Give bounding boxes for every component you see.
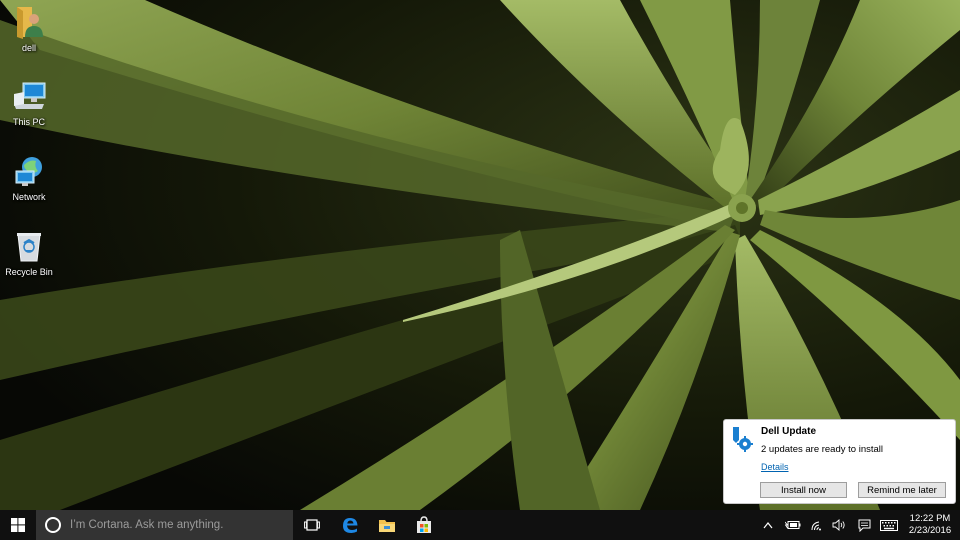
action-center-icon — [858, 519, 870, 532]
desktop-icon-label: Network — [12, 192, 46, 202]
desktop-icon-label: dell — [21, 43, 36, 53]
speaker-icon — [832, 519, 845, 531]
taskbar: I’m Cortana. Ask me anything. 12:22 PM 2… — [0, 510, 960, 540]
task-view-icon — [304, 519, 320, 531]
wifi-button[interactable] — [808, 510, 826, 540]
action-center-button[interactable] — [855, 510, 873, 540]
battery-button[interactable] — [783, 510, 803, 540]
clock-date: 2/23/2016 — [908, 525, 952, 536]
volume-button[interactable] — [830, 510, 848, 540]
details-link[interactable]: Details — [761, 462, 789, 472]
store-button[interactable] — [409, 510, 439, 540]
chevron-up-icon — [763, 522, 773, 529]
start-button[interactable] — [0, 510, 36, 540]
desktop-icon-recycle-bin[interactable]: Recycle Bin — [0, 226, 58, 296]
taskbar-clock[interactable]: 12:22 PM 2/23/2016 — [900, 513, 960, 537]
show-hidden-icons-button[interactable] — [760, 510, 776, 540]
store-icon — [417, 516, 431, 533]
desktop-icon-this-pc[interactable]: This PC — [0, 76, 58, 146]
search-placeholder: I’m Cortana. Ask me anything. — [70, 519, 224, 531]
file-explorer-button[interactable] — [372, 510, 402, 540]
notification-message: 2 updates are ready to install — [761, 444, 883, 455]
desktop-icon-label: Recycle Bin — [5, 267, 53, 277]
windows-logo-icon — [11, 518, 25, 532]
task-view-button[interactable] — [297, 510, 327, 540]
cortana-icon — [45, 517, 61, 533]
battery-charging-icon — [785, 521, 801, 529]
edge-button[interactable] — [335, 510, 365, 540]
keyboard-icon — [880, 519, 898, 531]
cortana-search-box[interactable]: I’m Cortana. Ask me anything. — [36, 510, 293, 540]
dell-update-notification[interactable]: Dell Update 2 updates are ready to insta… — [723, 419, 956, 504]
desktop-icon-dell[interactable]: dell — [0, 2, 58, 72]
remind-me-later-button[interactable]: Remind me later — [858, 482, 946, 498]
dell-update-icon — [730, 426, 754, 452]
install-now-button[interactable]: Install now — [760, 482, 847, 498]
user-folder-icon — [9, 2, 49, 42]
file-explorer-icon — [379, 520, 395, 532]
touch-keyboard-button[interactable] — [878, 510, 900, 540]
notification-title: Dell Update — [761, 426, 817, 437]
edge-icon — [343, 518, 358, 533]
computer-icon — [9, 76, 49, 116]
desktop-icon-label: This PC — [12, 117, 45, 127]
recycle-bin-icon — [9, 226, 49, 266]
desktop-icon-network[interactable]: Network — [0, 151, 58, 221]
clock-time: 12:22 PM — [909, 513, 951, 524]
network-icon — [9, 151, 49, 191]
wifi-icon — [811, 521, 821, 531]
